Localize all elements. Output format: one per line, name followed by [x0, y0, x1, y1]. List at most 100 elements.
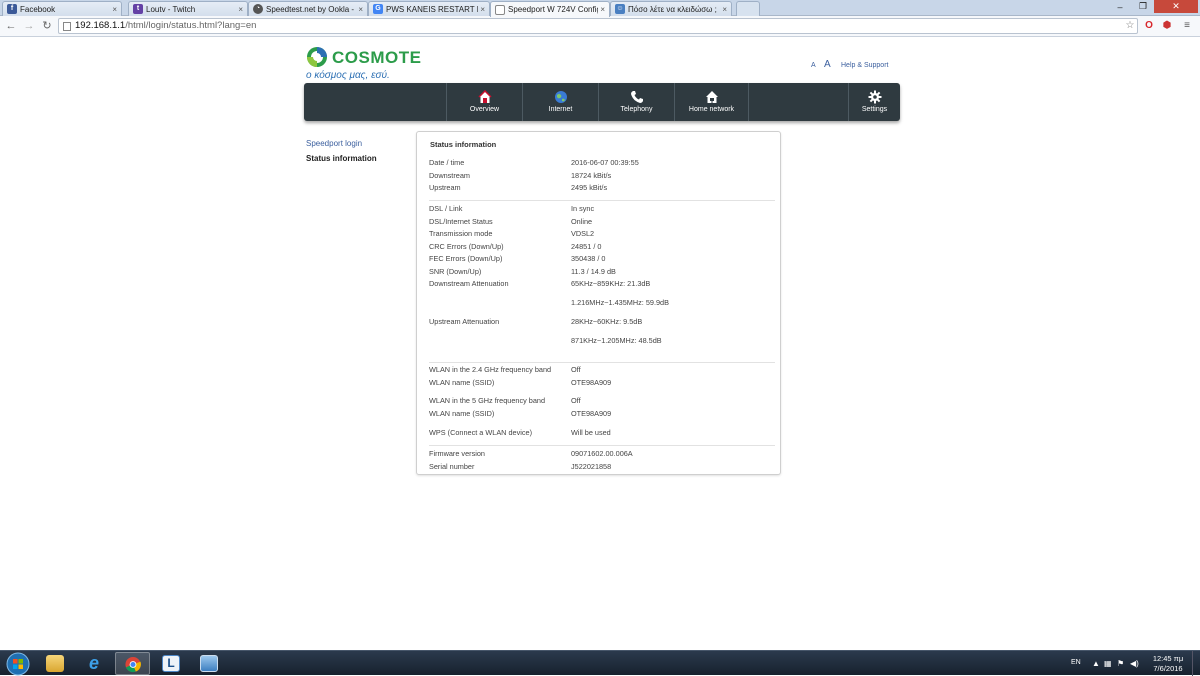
row-label: Downstream [429, 171, 470, 180]
reload-icon[interactable]: ↻ [40, 19, 54, 33]
row-value: OTE98A909 [571, 409, 612, 418]
taskbar-ie[interactable]: e [77, 652, 112, 675]
taskbar-explorer[interactable] [38, 652, 73, 675]
page-icon [495, 4, 505, 15]
row-value: VDSL2 [571, 229, 595, 238]
tray-arrow-icon[interactable]: ▲ [1092, 659, 1100, 668]
font-size-large-button[interactable]: A [824, 59, 831, 70]
adblock-icon[interactable]: ⬢ [1160, 19, 1174, 33]
show-desktop-button[interactable] [1192, 651, 1200, 676]
status-row: Transmission mode VDSL2 [429, 229, 769, 240]
new-tab-button[interactable] [736, 1, 760, 16]
row-label: Upstream [429, 183, 461, 192]
browser-tab-strip: f Facebook × t Loutv - Twitch × ◔ Speedt… [0, 0, 1200, 17]
url-host: 192.168.1.1 [75, 20, 126, 31]
taskbar-app-l[interactable]: L [154, 652, 189, 675]
row-value: 09071602.00.006A [571, 449, 633, 458]
volume-icon[interactable]: ◀) [1130, 659, 1139, 668]
gear-icon [868, 90, 881, 104]
globe-icon [554, 91, 567, 103]
status-row: SNR (Down/Up) 11.3 / 14.9 dB [429, 267, 769, 278]
row-value: Off [571, 365, 581, 374]
row-label: Firmware version [429, 449, 485, 458]
status-row: WLAN name (SSID) OTE98A909 [429, 378, 769, 389]
nav-home-network[interactable]: Home network [674, 83, 748, 121]
tab-speedport[interactable]: Speedport W 724V Config × [490, 1, 610, 17]
status-row: 1.216MHz~1.435MHz: 59.9dB [429, 298, 769, 309]
tray-language[interactable]: EN [1071, 659, 1081, 666]
flag-icon[interactable]: ⚑ [1117, 659, 1124, 668]
nav-label: Settings [861, 106, 888, 113]
status-row: Date / time 2016-06-07 00:39:55 [429, 158, 769, 169]
tab-speedtest[interactable]: ◔ Speedtest.net by Ookla - T × [248, 1, 368, 16]
close-icon[interactable]: × [600, 5, 605, 14]
taskbar-chrome[interactable] [115, 652, 150, 675]
row-value: In sync [571, 204, 595, 213]
facebook-icon: f [7, 4, 17, 14]
tab-forum[interactable]: ☺ Πόσο λέτε να κλειδώσω ; × [610, 1, 732, 16]
tab-title: Loutv - Twitch [146, 4, 196, 14]
row-value: 1.216MHz~1.435MHz: 59.9dB [571, 298, 669, 307]
network-icon[interactable]: ▦ [1104, 659, 1112, 668]
brand-name: COSMOTE [332, 48, 422, 67]
minimize-button[interactable]: – [1108, 0, 1132, 13]
close-icon[interactable]: × [112, 5, 117, 14]
page-info-icon[interactable] [63, 22, 71, 31]
forward-arrow-icon[interactable]: → [22, 19, 36, 33]
row-label: WLAN name (SSID) [429, 378, 495, 387]
sidenav-speedport-login[interactable]: Speedport login [306, 139, 362, 148]
status-row: Upstream Attenuation 28KHz~60KHz: 9.5dB [429, 317, 769, 328]
close-icon[interactable]: × [238, 5, 243, 14]
status-row: DSL/Internet Status Online [429, 217, 769, 228]
back-arrow-icon[interactable]: ← [4, 19, 18, 33]
taskbar-control-panel[interactable] [192, 652, 227, 675]
maximize-button[interactable]: ❐ [1132, 0, 1154, 13]
close-window-button[interactable]: ✕ [1154, 0, 1198, 13]
status-row: Serial number J522021858 [429, 462, 769, 473]
row-label: Serial number [429, 462, 475, 471]
tab-facebook[interactable]: f Facebook × [2, 1, 122, 16]
divider [429, 445, 775, 446]
row-value: 871KHz~1.205MHz: 48.5dB [571, 336, 662, 345]
status-row: Downstream 18724 kBit/s [429, 171, 769, 182]
twitch-icon: t [133, 4, 143, 14]
tab-title: Πόσο λέτε να κλειδώσω ; [628, 4, 717, 14]
close-icon[interactable]: × [358, 5, 363, 14]
row-value: J522021858 [571, 462, 612, 471]
nav-settings[interactable]: Settings [848, 83, 900, 121]
panel-title: Status information [430, 140, 497, 149]
row-value: Off [571, 396, 581, 405]
close-icon[interactable]: × [722, 5, 727, 14]
tab-title: Facebook [20, 4, 56, 14]
menu-icon[interactable]: ≡ [1180, 19, 1194, 33]
nav-label: Telephony [620, 106, 653, 113]
font-size-small-button[interactable]: A [811, 62, 816, 69]
address-bar[interactable]: 192.168.1.1/html/login/status.html?lang=… [58, 18, 1138, 34]
clock-time[interactable]: 12:45 πμ [1148, 654, 1188, 663]
help-support-link[interactable]: Help & Support [841, 62, 888, 69]
status-row: WLAN name (SSID) OTE98A909 [429, 409, 769, 420]
router-page: COSMOTE ο κόσμος μας, εσύ. A A Help & Su… [0, 37, 1200, 650]
l-app-icon: L [162, 655, 180, 672]
start-button[interactable] [2, 652, 34, 676]
control-panel-icon [200, 655, 218, 672]
tab-title: PWS KANEIS RESTART ME [386, 4, 478, 14]
chrome-icon [125, 656, 141, 673]
sidenav-status-information[interactable]: Status information [306, 154, 377, 163]
row-label: DSL/Internet Status [429, 217, 493, 226]
tab-title: Speedport W 724V Config [508, 5, 599, 14]
close-icon[interactable]: × [480, 5, 485, 14]
row-label: CRC Errors (Down/Up) [429, 242, 504, 251]
row-label: Date / time [429, 158, 465, 167]
nav-overview[interactable]: Overview [446, 83, 522, 121]
clock-date[interactable]: 7/6/2016 [1148, 664, 1188, 673]
opera-icon[interactable]: O [1142, 19, 1156, 33]
google-icon: G [373, 4, 383, 14]
nav-telephony[interactable]: Telephony [598, 83, 674, 121]
tab-google[interactable]: G PWS KANEIS RESTART ME × [368, 1, 490, 16]
bookmark-star-icon[interactable]: ☆ [1123, 19, 1137, 33]
row-value: 18724 kBit/s [571, 171, 612, 180]
tab-twitch[interactable]: t Loutv - Twitch × [128, 1, 248, 16]
status-row: WPS (Connect a WLAN device) Will be used [429, 428, 769, 439]
nav-internet[interactable]: Internet [522, 83, 598, 121]
